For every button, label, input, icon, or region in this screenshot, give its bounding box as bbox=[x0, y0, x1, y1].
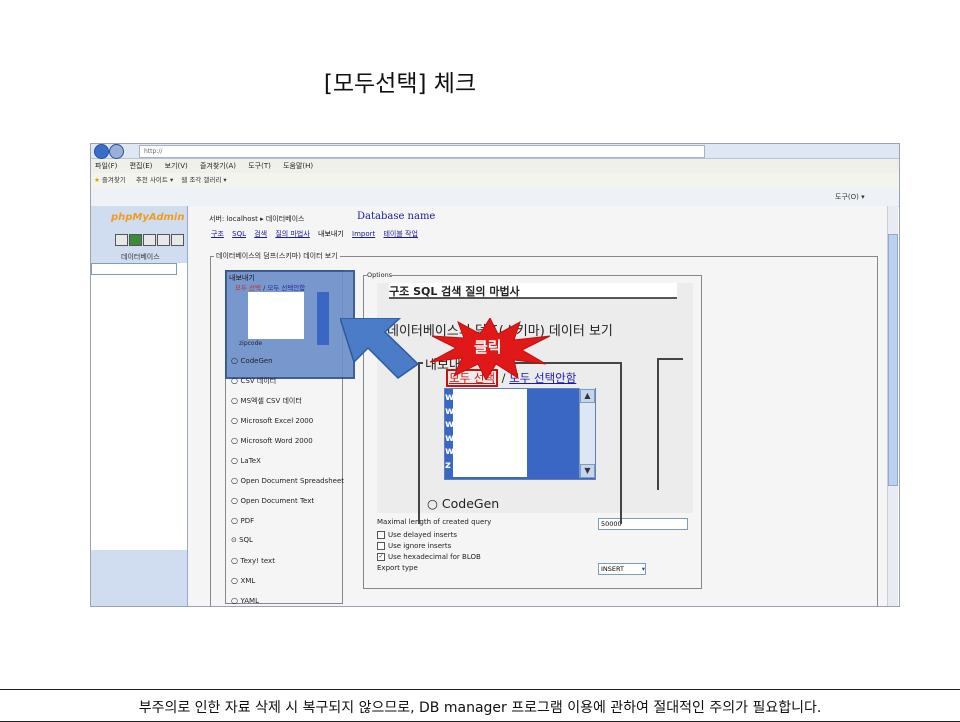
table-list-small[interactable] bbox=[248, 292, 304, 339]
export-type-label: Export type bbox=[377, 564, 418, 572]
format-ods[interactable]: Open Document Spreadsheet bbox=[231, 476, 345, 485]
back-icon[interactable] bbox=[94, 144, 109, 159]
list-item[interactable]: w bbox=[445, 391, 454, 405]
radio-selected-icon: ⊙ bbox=[231, 536, 240, 544]
zoom-table-list-letters: w w w w w z bbox=[445, 391, 454, 472]
list-item[interactable]: w bbox=[445, 432, 454, 446]
scroll-up-icon[interactable]: ▲ bbox=[580, 389, 595, 403]
menu-help[interactable]: 도움말(H) bbox=[283, 162, 313, 170]
menu-file[interactable]: 파일(F) bbox=[95, 162, 117, 170]
tab-structure[interactable]: 구조 bbox=[211, 230, 224, 238]
database-select[interactable] bbox=[91, 263, 177, 275]
format-odt[interactable]: Open Document Text bbox=[231, 496, 315, 505]
caption-text: 부주의로 인한 자료 삭제 시 복구되지 않으므로, DB manager 프로… bbox=[138, 700, 822, 716]
tools-menu[interactable]: 도구(O) ▾ bbox=[835, 192, 865, 202]
format-word[interactable]: Microsoft Word 2000 bbox=[231, 436, 313, 445]
scroll-down-icon[interactable]: ▼ bbox=[580, 464, 595, 478]
delayed-inserts-row[interactable]: Use delayed inserts bbox=[377, 531, 457, 539]
chevron-down-icon: ▾ bbox=[641, 565, 645, 573]
slide-title: [모두선택] 체크 bbox=[323, 71, 477, 97]
ignore-inserts-row[interactable]: Use ignore inserts bbox=[377, 542, 451, 550]
database-label: 데이터베이스 bbox=[121, 253, 160, 261]
format-texy[interactable]: Texy! text bbox=[231, 556, 275, 565]
delayed-inserts-checkbox[interactable] bbox=[377, 531, 385, 539]
menu-favorites[interactable]: 즐겨찾기(A) bbox=[200, 162, 236, 170]
favorites-bar: ★ 즐겨찾기 추천 사이트 ▾ 웹 조각 갤러리 ▾ bbox=[91, 173, 899, 189]
ignore-inserts-checkbox[interactable] bbox=[377, 542, 385, 550]
docs-icon[interactable] bbox=[157, 234, 170, 246]
hex-blob-row[interactable]: ✓ Use hexadecimal for BLOB bbox=[377, 553, 481, 561]
dump-legend: 데이터베이스의 덤프(스키마) 데이터 보기 bbox=[214, 251, 340, 261]
reload-icon[interactable] bbox=[171, 234, 184, 246]
format-csv[interactable]: CSV 데이터 bbox=[231, 376, 277, 386]
tab-search[interactable]: 검색 bbox=[254, 230, 267, 238]
zoom-table-list-items bbox=[453, 389, 527, 477]
menu-bar: 파일(F) 편집(E) 보기(V) 즐겨찾기(A) 도구(T) 도움말(H) bbox=[91, 159, 899, 173]
tab-operations[interactable]: 테이블 작업 bbox=[383, 230, 417, 238]
export-type-select[interactable]: INSERT ▾ bbox=[598, 563, 646, 575]
unselect-all-link-small[interactable]: 모두 선택안함 bbox=[267, 284, 305, 292]
format-sql-label: SQL bbox=[239, 536, 253, 544]
hex-blob-checkbox[interactable]: ✓ bbox=[377, 553, 385, 561]
list-item[interactable]: w bbox=[445, 418, 454, 432]
pma-tabs: 구조 SQL 검색 질의 마법사 내보내기 Import 테이블 작업 bbox=[211, 229, 424, 239]
star-icon: ★ bbox=[94, 176, 100, 184]
database-name: Database name bbox=[357, 211, 436, 222]
fav-item-gallery[interactable]: 웹 조각 갤러리 ▾ bbox=[181, 176, 226, 184]
list-item[interactable]: w bbox=[445, 405, 454, 419]
format-latex[interactable]: LaTeX bbox=[231, 456, 261, 465]
callout-arrow-icon bbox=[340, 318, 420, 379]
server-breadcrumb[interactable]: 서버: localhost ▸ 데이터베이스 bbox=[209, 214, 305, 224]
table-list-scrollbar[interactable] bbox=[317, 292, 329, 345]
menu-tools[interactable]: 도구(T) bbox=[248, 162, 271, 170]
select-all-link-small[interactable]: 모두 선택 bbox=[235, 284, 261, 292]
zoom-codegen-label: CodeGen bbox=[441, 496, 500, 511]
favorites-label[interactable]: 즐겨찾기 bbox=[102, 176, 126, 184]
list-item[interactable]: w bbox=[445, 445, 454, 459]
callout-label: 클릭 bbox=[474, 338, 502, 356]
home-icon[interactable] bbox=[115, 234, 128, 246]
select-links-small: 모두 선택 / 모두 선택안함 bbox=[235, 282, 305, 292]
hex-blob-label: Use hexadecimal for BLOB bbox=[388, 553, 481, 561]
format-csv-excel[interactable]: MS엑셀 CSV 데이터 bbox=[231, 396, 302, 406]
menu-view[interactable]: 보기(V) bbox=[165, 162, 188, 170]
address-bar: http:// bbox=[91, 144, 899, 159]
radio-icon: ○ bbox=[427, 496, 442, 511]
url-input[interactable]: http:// bbox=[139, 145, 705, 158]
pma-logo[interactable]: phpMyAdmin bbox=[111, 212, 184, 223]
forward-icon[interactable] bbox=[109, 144, 124, 159]
menu-edit[interactable]: 편집(E) bbox=[130, 162, 153, 170]
ignore-inserts-label: Use ignore inserts bbox=[388, 542, 452, 550]
options-legend: Options bbox=[367, 271, 393, 279]
delayed-inserts-label: Use delayed inserts bbox=[388, 531, 458, 539]
format-xml[interactable]: XML bbox=[231, 576, 256, 585]
zoom-right-frame bbox=[657, 358, 683, 490]
zoom-tabs: 구조 SQL 검색 질의 마법사 bbox=[389, 283, 677, 299]
logout-icon[interactable] bbox=[129, 234, 142, 246]
query-icon[interactable] bbox=[143, 234, 156, 246]
format-pdf[interactable]: PDF bbox=[231, 516, 255, 525]
command-bar: 도구(O) ▾ bbox=[91, 188, 899, 207]
list-item[interactable]: z bbox=[445, 459, 454, 473]
left-frame-blank bbox=[91, 263, 187, 550]
table-list-last-item: zipcode bbox=[239, 340, 263, 347]
tab-export[interactable]: 내보내기 bbox=[318, 230, 344, 238]
zoom-codegen-radio[interactable]: ○ CodeGen bbox=[427, 496, 499, 511]
format-sql[interactable]: ⊙ SQL bbox=[231, 536, 253, 544]
tab-query[interactable]: 질의 마법사 bbox=[275, 230, 309, 238]
page-scrollbar-thumb[interactable] bbox=[888, 234, 898, 486]
format-excel[interactable]: Microsoft Excel 2000 bbox=[231, 416, 314, 425]
tab-import[interactable]: Import bbox=[352, 230, 375, 238]
tab-sql[interactable]: SQL bbox=[232, 230, 246, 238]
format-codegen[interactable]: CodeGen bbox=[231, 356, 273, 365]
format-yaml[interactable]: YAML bbox=[231, 596, 259, 605]
fav-item-suggested[interactable]: 추천 사이트 ▾ bbox=[136, 176, 173, 184]
export-type-value: INSERT bbox=[601, 565, 625, 573]
